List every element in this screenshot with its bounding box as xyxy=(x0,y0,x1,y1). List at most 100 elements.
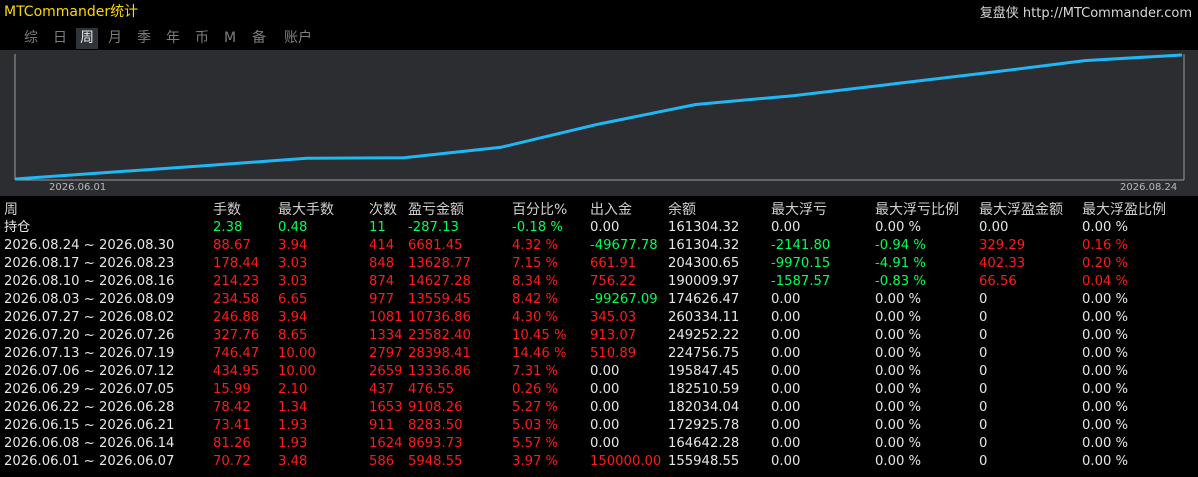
column-header: 百分比% xyxy=(512,202,568,218)
table-cell: 3.94 xyxy=(278,310,308,325)
table-cell: 0.00 xyxy=(771,436,801,451)
table-row[interactable]: 2026.06.08 ~ 2026.06.14 81.26 1.93 1624 8693… xyxy=(0,435,1198,453)
table-cell: 586 xyxy=(369,454,395,469)
table-row[interactable]: 2026.07.20 ~ 2026.07.26 327.76 8.65 1334 235… xyxy=(0,327,1198,345)
table-cell: 2026.06.01 ~ 2026.06.07 xyxy=(4,454,175,469)
table-cell: 15.99 xyxy=(213,382,251,397)
table-cell: 0.00 xyxy=(771,364,801,379)
open-positions-row[interactable]: 持仓 2.38 0.48 11 -287.13 -0.18 % 0.00 161304.32 0… xyxy=(0,219,1198,237)
table-cell: 0.00 % xyxy=(1082,436,1129,451)
table-cell: 182510.59 xyxy=(668,382,740,397)
weekly-stats-table: 周 手数 最大手数 次数 盈亏金额 百分比% 出入金 余额 最大浮亏 最大浮亏比例 最大浮盈金额 最大… xyxy=(0,201,1198,471)
table-cell: 0 xyxy=(979,364,988,379)
table-cell: 0 xyxy=(979,382,988,397)
table-cell: 848 xyxy=(369,256,395,271)
table-row[interactable]: 2026.07.13 ~ 2026.07.19 746.47 10.00 2797 28… xyxy=(0,345,1198,363)
table-cell: 78.42 xyxy=(213,400,251,415)
table-cell: 0.00 % xyxy=(875,454,922,469)
tab-month[interactable]: 月 xyxy=(104,28,126,49)
table-cell: -49677.78 xyxy=(590,238,658,253)
table-cell: 234.58 xyxy=(213,292,260,307)
table-cell: 0.00 xyxy=(771,310,801,325)
table-cell: 911 xyxy=(369,418,395,433)
table-cell: 174626.47 xyxy=(668,292,740,307)
table-cell: 73.41 xyxy=(213,418,251,433)
table-cell: 190009.97 xyxy=(668,274,740,289)
table-row[interactable]: 2026.06.29 ~ 2026.07.05 15.99 2.10 437 476.5… xyxy=(0,381,1198,399)
table-cell: 8283.50 xyxy=(408,418,463,433)
tab-overall[interactable]: 综 xyxy=(20,28,42,49)
table-row[interactable]: 2026.07.06 ~ 2026.07.12 434.95 10.00 2659 13… xyxy=(0,363,1198,381)
table-cell: 11 xyxy=(369,220,386,235)
table-cell: -2141.80 xyxy=(771,238,831,253)
table-cell: 0.00 xyxy=(771,382,801,397)
table-cell: 2026.06.22 ~ 2026.06.28 xyxy=(4,400,175,415)
table-cell: 66.56 xyxy=(979,274,1017,289)
table-cell: 0 xyxy=(979,346,988,361)
table-cell: -0.83 % xyxy=(875,274,926,289)
table-cell: 510.89 xyxy=(590,346,637,361)
tab-m[interactable]: M xyxy=(219,28,241,49)
table-row[interactable]: 2026.06.01 ~ 2026.06.07 70.72 3.48 586 5948.… xyxy=(0,453,1198,471)
table-row[interactable]: 2026.08.10 ~ 2026.08.16 214.23 3.03 874 1462… xyxy=(0,273,1198,291)
table-cell: 874 xyxy=(369,274,395,289)
app-title: MTCommander统计 xyxy=(4,4,139,20)
table-cell: 7.15 % xyxy=(512,256,559,271)
table-cell: 2.10 xyxy=(278,382,308,397)
table-cell: 204300.65 xyxy=(668,256,740,271)
table-cell: 1653 xyxy=(369,400,403,415)
tab-quarter[interactable]: 季 xyxy=(133,28,155,49)
table-cell: 0.00 % xyxy=(1082,400,1129,415)
table-cell: 0.00 xyxy=(590,382,620,397)
table-cell: 5.27 % xyxy=(512,400,559,415)
table-cell: 260334.11 xyxy=(668,310,740,325)
tab-day[interactable]: 日 xyxy=(49,28,71,49)
table-cell: 10.45 % xyxy=(512,328,567,343)
table-cell: 3.94 xyxy=(278,238,308,253)
table-cell: 2.38 xyxy=(213,220,243,235)
table-cell: 3.97 % xyxy=(512,454,559,469)
table-cell: 4.32 % xyxy=(512,238,559,253)
table-row[interactable]: 2026.08.03 ~ 2026.08.09 234.58 6.65 977 1355… xyxy=(0,291,1198,309)
table-cell: 913.07 xyxy=(590,328,637,343)
table-row[interactable]: 2026.07.27 ~ 2026.08.02 246.88 3.94 1081 107… xyxy=(0,309,1198,327)
table-cell: 13336.86 xyxy=(408,364,471,379)
table-cell: 8693.73 xyxy=(408,436,463,451)
table-row[interactable]: 2026.06.15 ~ 2026.06.21 73.41 1.93 911 8283.… xyxy=(0,417,1198,435)
table-cell: 2026.07.13 ~ 2026.07.19 xyxy=(4,346,175,361)
table-row[interactable]: 2026.08.24 ~ 2026.08.30 88.67 3.94 414 6681.… xyxy=(0,237,1198,255)
table-cell: 0.00 % xyxy=(875,382,922,397)
table-cell: -1587.57 xyxy=(771,274,831,289)
table-cell: 9108.26 xyxy=(408,400,463,415)
table-cell: 3.48 xyxy=(278,454,308,469)
table-header: 周 手数 最大手数 次数 盈亏金额 百分比% 出入金 余额 最大浮亏 最大浮亏比例 最大浮盈金额 最大… xyxy=(0,201,1198,219)
table-row[interactable]: 2026.08.17 ~ 2026.08.23 178.44 3.03 848 1362… xyxy=(0,255,1198,273)
table-cell: 0.00 xyxy=(771,418,801,433)
table-cell: 0.00 xyxy=(979,220,1009,235)
table-cell: 0.48 xyxy=(278,220,308,235)
table-cell: 195847.45 xyxy=(668,364,740,379)
tab-currency[interactable]: 币 xyxy=(191,28,213,49)
tab-week[interactable]: 周 xyxy=(76,28,98,49)
table-cell: 2026.07.27 ~ 2026.08.02 xyxy=(4,310,175,325)
table-cell: 0.00 % xyxy=(1082,418,1129,433)
tab-backup[interactable]: 备 xyxy=(248,28,270,49)
table-cell: 5.03 % xyxy=(512,418,559,433)
website-link[interactable]: 复盘侠 http://MTCommander.com xyxy=(980,2,1192,21)
table-cell: 10.00 xyxy=(278,346,316,361)
table-cell: 2797 xyxy=(369,346,403,361)
column-header: 最大浮盈比例 xyxy=(1082,202,1166,218)
table-cell: 161304.32 xyxy=(668,238,740,253)
table-cell: 0.00 % xyxy=(1082,454,1129,469)
table-cell: 661.91 xyxy=(590,256,637,271)
table-row[interactable]: 2026.06.22 ~ 2026.06.28 78.42 1.34 1653 9108… xyxy=(0,399,1198,417)
chart-x-end-label: 2026.08.24 xyxy=(1120,182,1178,193)
table-cell: 0.00 xyxy=(771,454,801,469)
tab-account[interactable]: 账户 xyxy=(282,28,314,49)
table-cell: 0.00 % xyxy=(875,292,922,307)
table-cell: 172925.78 xyxy=(668,418,740,433)
column-header: 手数 xyxy=(213,202,241,218)
equity-chart-svg xyxy=(14,53,1185,181)
tab-year[interactable]: 年 xyxy=(162,28,184,49)
table-cell: 0.00 % xyxy=(1082,328,1129,343)
